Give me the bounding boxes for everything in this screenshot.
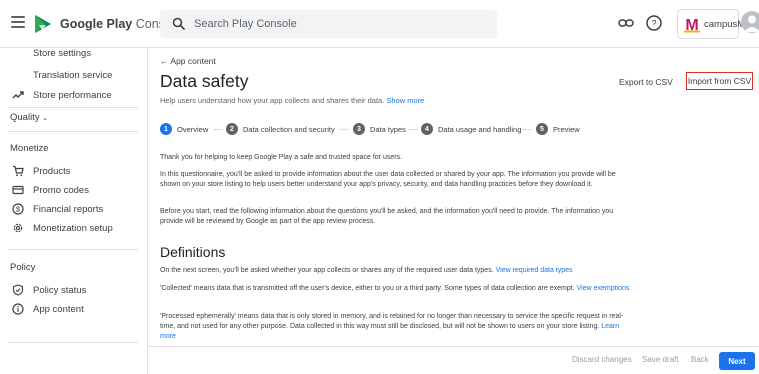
divider [8,249,138,250]
gear-icon [13,223,23,233]
sidebar-item-translation-service[interactable]: Translation service [0,64,148,86]
avatar[interactable] [741,11,759,33]
trending-up-icon [12,91,24,99]
svg-text:$: $ [16,205,21,214]
intro-paragraph-1: Thank you for helping to keep Google Pla… [160,154,403,161]
step-connector [408,129,418,130]
back-to-app-content-link[interactable]: ← App content [160,56,216,66]
sidebar-item-label: Monetization setup [33,222,113,234]
step-connector [339,129,349,130]
export-csv-button[interactable]: Export to CSV [619,77,673,87]
user-avatar-icon [744,15,759,32]
back-link-label: App content [170,56,216,66]
step-connector [213,129,223,130]
sidebar-section-quality[interactable]: Quality ⌄ [10,112,48,123]
sidebar-item-label: Store performance [33,89,112,101]
definition-text: 'Collected' means data that is transmitt… [160,285,575,292]
help-icon[interactable]: ? [645,14,663,32]
sidebar-section-monetize: Monetize [10,143,49,154]
sidebar-item-label: Policy status [33,284,87,296]
step-data-collection[interactable]: 2 Data collection and security [226,122,335,136]
ticket-icon [12,185,24,195]
step-data-types[interactable]: 3 Data types [353,122,406,136]
brand-strong: Google Play [60,17,133,31]
sidebar-item-monetization-setup[interactable]: Monetization setup [0,217,148,239]
sidebar-section-policy: Policy [10,262,36,273]
account-switcher[interactable]: M campusM [677,9,745,39]
step-label: Preview [553,124,580,134]
subtitle-text: Help users understand how your app colle… [160,96,385,105]
step-number: 2 [226,123,238,135]
chevron-down-icon: ⌄ [42,115,49,122]
sidebar-item-label: Translation service [33,69,113,81]
step-overview[interactable]: 1 Overview [160,122,208,136]
section-label: Quality [10,112,40,123]
sidebar-item-store-settings[interactable]: Store settings [0,42,148,64]
step-number: 3 [353,123,365,135]
sidebar-item-app-content[interactable]: App content [0,298,148,320]
main-content: ← App content Data safety Export to CSV … [148,48,759,346]
show-more-link[interactable]: Show more [386,96,424,105]
arrow-left-icon: ← [160,56,169,66]
step-number: 5 [536,123,548,135]
cart-icon [13,165,24,177]
definition-text: On the next screen, you'll be asked whet… [160,267,494,274]
svg-text:?: ? [651,19,656,29]
page-subtitle: Help users understand how your app colle… [160,96,424,105]
intro-paragraph-3: Before you start, read the following inf… [160,208,614,225]
step-label: Data types [370,124,406,134]
discard-changes-button[interactable]: Discard changes [572,355,632,364]
back-button[interactable]: Back [691,355,709,364]
page-title: Data safety [160,71,249,91]
account-name: campusM [704,19,746,30]
sidebar-item-label: Financial reports [33,203,104,215]
definitions-heading: Definitions [160,244,226,260]
next-button[interactable]: Next [719,352,755,370]
search-icon [172,17,186,31]
step-number: 1 [160,123,172,135]
info-icon [12,303,24,315]
definition-text: 'Processed ephemerally' means data that … [160,313,624,330]
divider [8,107,138,108]
footer-action-bar: Discard changes Save draft Back Next [148,346,759,374]
save-draft-button[interactable]: Save draft [642,355,678,364]
step-data-usage[interactable]: 4 Data usage and handling [421,122,521,136]
developer-logo-icon: M [683,15,701,33]
definition-paragraph-3: 'Processed ephemerally' means data that … [160,312,630,342]
step-number: 4 [421,123,433,135]
shield-check-icon [12,284,24,296]
dollar-icon: $ [12,203,24,215]
search-box[interactable] [160,10,497,38]
sidebar-item-store-performance[interactable]: Store performance [0,84,148,106]
top-bar: Google Play Console ? M campusM [0,0,759,48]
link-icon[interactable] [617,14,635,32]
step-label: Data collection and security [243,124,335,134]
play-console-logo [35,15,51,33]
intro-paragraph-2: In this questionnaire, you'll be asked t… [160,171,616,188]
definition-paragraph-2: 'Collected' means data that is transmitt… [160,284,630,294]
view-required-data-types-link[interactable]: View required data types [496,267,573,274]
search-input[interactable] [194,10,484,38]
step-preview[interactable]: 5 Preview [536,122,580,136]
view-exemptions-link[interactable]: View exemptions [577,285,630,292]
hamburger-menu-icon[interactable] [11,16,25,30]
divider [8,342,138,343]
definition-paragraph-1: On the next screen, you'll be asked whet… [160,266,630,276]
import-csv-button[interactable]: Import from CSV [686,72,753,90]
sidebar-item-label: App content [33,303,84,315]
sidebar-item-label: Store settings [33,47,92,59]
sidebar: Store settings Translation service Store… [0,48,148,374]
divider [8,131,138,132]
step-connector [522,129,532,130]
step-label: Overview [177,124,209,134]
sidebar-item-label: Promo codes [33,184,89,196]
step-label: Data usage and handling [438,124,522,134]
sidebar-item-label: Products [33,165,71,177]
